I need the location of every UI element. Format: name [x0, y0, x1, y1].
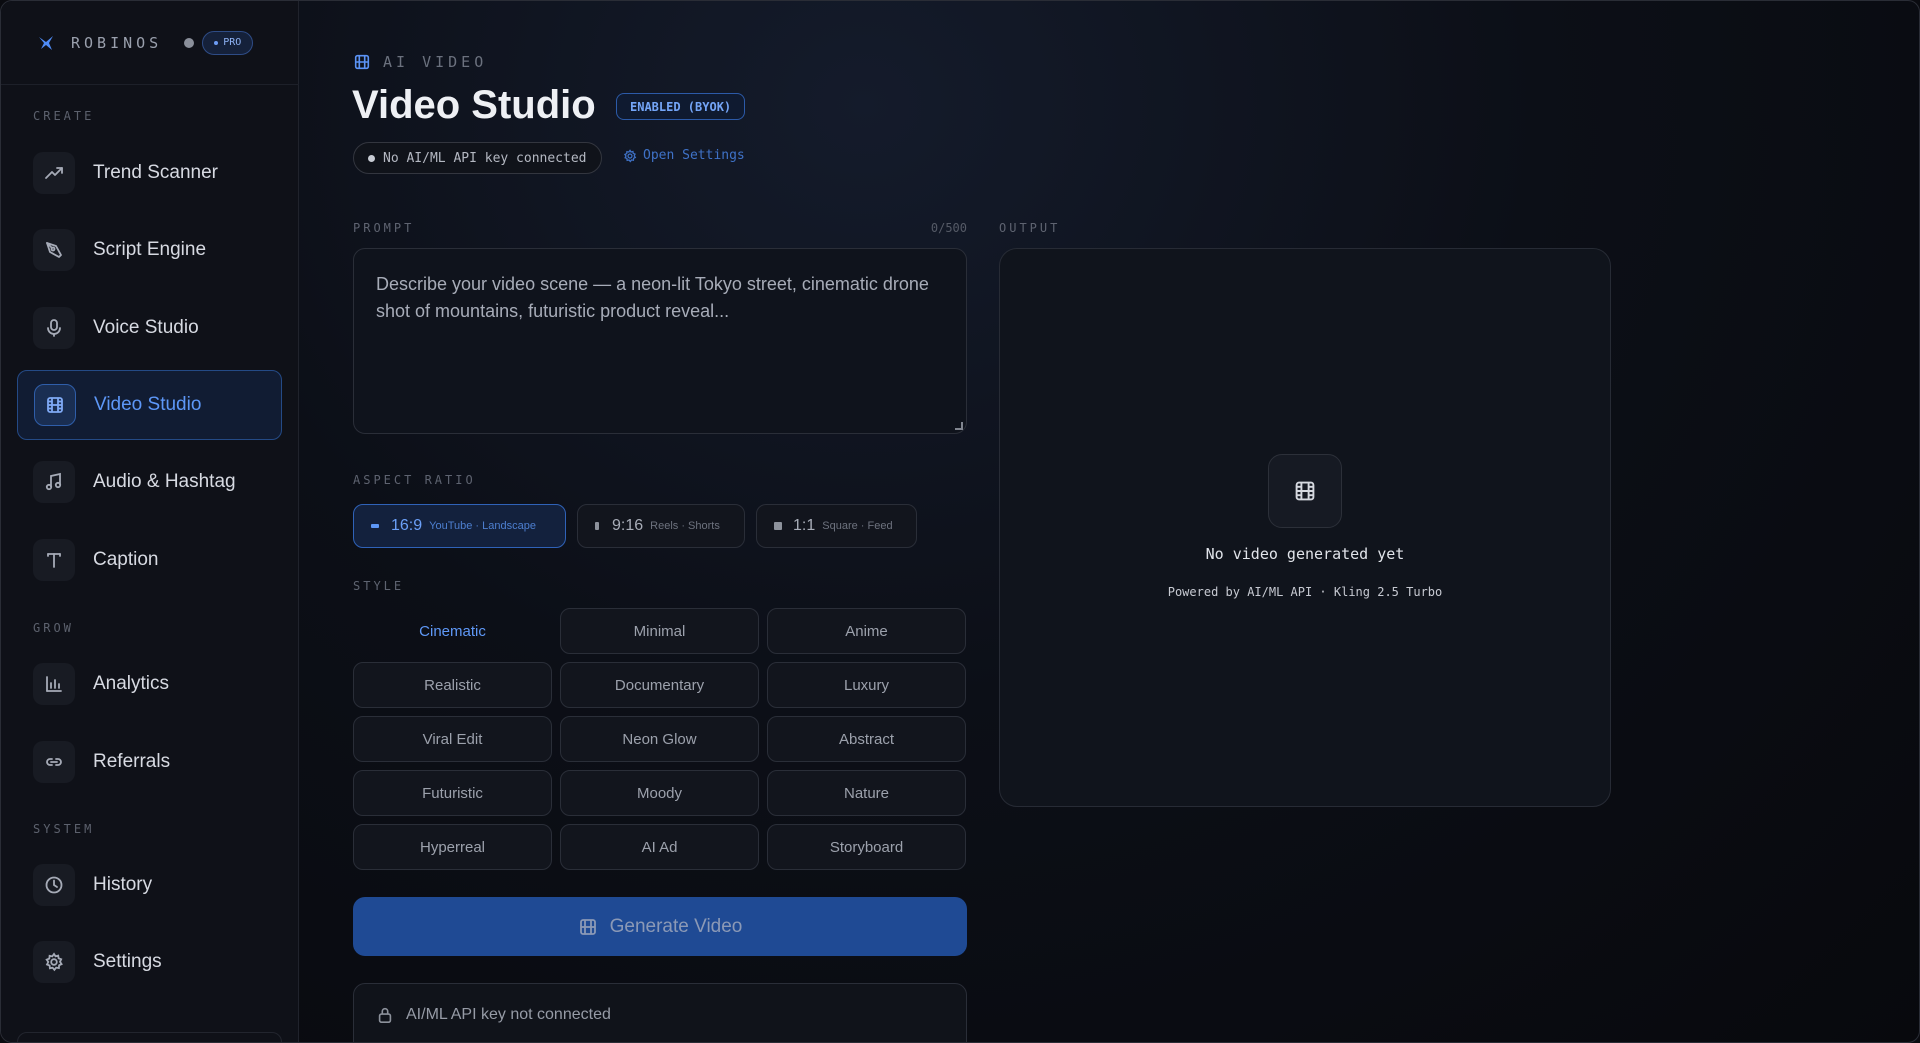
output-empty-title: No video generated yet [1205, 545, 1405, 563]
eyebrow-label: AI VIDEO [383, 53, 488, 71]
style-option-documentary[interactable]: Documentary [560, 662, 759, 708]
sidebar-footer-card[interactable] [17, 1032, 282, 1042]
style-option-ai-ad[interactable]: AI Ad [560, 824, 759, 870]
style-option-nature[interactable]: Nature [767, 770, 966, 816]
style-option-viral-edit[interactable]: Viral Edit [353, 716, 552, 762]
prompt-textarea[interactable]: Describe your video scene — a neon-lit T… [353, 248, 967, 434]
sidebar-item-trend-scanner[interactable]: Trend Scanner [17, 138, 282, 208]
section-label-system: SYSTEM [33, 822, 95, 836]
output-label: OUTPUT [999, 221, 1061, 235]
api-status-pill: No AI/ML API key connected [353, 142, 602, 174]
aspect-ratio-9-16[interactable]: 9:16 Reels · Shorts [577, 504, 745, 548]
square-icon [774, 522, 782, 530]
api-status-text: No AI/ML API key connected [383, 150, 587, 166]
sidebar: ROBINOS PRO CREATE Trend Scanner Script … [1, 1, 299, 1042]
prompt-label: PROMPT [353, 221, 415, 235]
style-option-hyperreal[interactable]: Hyperreal [353, 824, 552, 870]
app-window: ROBINOS PRO CREATE Trend Scanner Script … [0, 0, 1920, 1043]
film-icon [353, 53, 371, 71]
portrait-icon [595, 522, 599, 530]
style-option-futuristic[interactable]: Futuristic [353, 770, 552, 816]
sidebar-item-label: Analytics [93, 673, 170, 694]
style-option-minimal[interactable]: Minimal [560, 608, 759, 654]
style-option-realistic[interactable]: Realistic [353, 662, 552, 708]
api-key-notice: AI/ML API key not connected [353, 983, 967, 1042]
sidebar-item-settings[interactable]: Settings [17, 927, 282, 997]
output-panel: No video generated yet Powered by AI/ML … [999, 248, 1611, 807]
sidebar-item-video-studio[interactable]: Video Studio [17, 370, 282, 440]
sidebar-item-label: History [93, 874, 153, 895]
page-eyebrow: AI VIDEO [353, 53, 487, 71]
film-icon [578, 917, 598, 937]
ratio-value: 16:9 [391, 517, 423, 534]
style-option-storyboard[interactable]: Storyboard [767, 824, 966, 870]
pen-icon [33, 229, 75, 271]
aspect-ratio-1-1[interactable]: 1:1 Square · Feed [756, 504, 917, 548]
sidebar-item-label: Video Studio [94, 394, 202, 415]
sidebar-item-script-engine[interactable]: Script Engine [17, 215, 282, 285]
char-count: 0/500 [930, 221, 967, 235]
style-option-moody[interactable]: Moody [560, 770, 759, 816]
ratio-desc: Square · Feed [822, 520, 893, 532]
gear-icon [33, 941, 75, 983]
section-label-grow: GROW [33, 621, 74, 635]
ratio-desc: YouTube · Landscape [429, 520, 536, 532]
sidebar-item-label: Referrals [93, 751, 171, 772]
sidebar-item-label: Audio & Hashtag [93, 471, 236, 492]
generate-label: Generate Video [609, 915, 743, 937]
notice-text: AI/ML API key not connected [406, 1006, 611, 1023]
style-option-cinematic[interactable]: Cinematic [353, 608, 552, 654]
status-dot [368, 154, 375, 162]
open-settings-label: Open Settings [643, 148, 745, 163]
music-icon [33, 461, 75, 503]
lock-icon [376, 1006, 394, 1024]
sidebar-item-label: Script Engine [93, 239, 207, 260]
sidebar-item-caption[interactable]: Caption [17, 525, 282, 595]
film-icon [1268, 454, 1342, 528]
status-badge: ENABLED (BYOK) [616, 93, 746, 120]
text-icon [33, 539, 75, 581]
bar-chart-icon [33, 663, 75, 705]
brand-name: ROBINOS [71, 33, 163, 52]
sidebar-item-label: Settings [93, 951, 162, 972]
sidebar-item-audio-hashtag[interactable]: Audio & Hashtag [17, 447, 282, 517]
sidebar-item-voice-studio[interactable]: Voice Studio [17, 293, 282, 363]
style-label: STYLE [353, 579, 405, 593]
output-powered-by: Powered by AI/ML API · Kling 2.5 Turbo [1167, 585, 1443, 599]
ratio-value: 1:1 [793, 517, 816, 534]
style-option-neon-glow[interactable]: Neon Glow [560, 716, 759, 762]
ratio-value: 9:16 [612, 517, 644, 534]
style-option-luxury[interactable]: Luxury [767, 662, 966, 708]
sidebar-item-referrals[interactable]: Referrals [17, 727, 282, 797]
landscape-icon [371, 524, 379, 528]
mic-icon [33, 307, 75, 349]
gear-icon [623, 148, 637, 163]
trend-icon [33, 152, 75, 194]
generate-video-button[interactable]: Generate Video [353, 897, 967, 956]
sidebar-item-analytics[interactable]: Analytics [17, 649, 282, 719]
plan-badge: PRO [202, 30, 254, 55]
style-option-abstract[interactable]: Abstract [767, 716, 966, 762]
sidebar-item-history[interactable]: History [17, 850, 282, 920]
page-title: Video Studio [352, 83, 596, 127]
sidebar-item-label: Caption [93, 549, 159, 570]
aspect-ratio-16-9[interactable]: 16:9 YouTube · Landscape [353, 504, 566, 548]
film-icon [34, 384, 76, 426]
style-option-anime[interactable]: Anime [767, 608, 966, 654]
clock-icon [33, 864, 75, 906]
aspect-ratio-label: ASPECT RATIO [353, 473, 476, 487]
section-label-create: CREATE [33, 109, 95, 123]
resize-handle-icon[interactable] [955, 422, 963, 430]
status-dot [184, 37, 195, 48]
sidebar-item-label: Trend Scanner [93, 162, 218, 183]
brand-header: ROBINOS PRO [1, 1, 299, 85]
ratio-desc: Reels · Shorts [650, 520, 720, 532]
prompt-placeholder: Describe your video scene — a neon-lit T… [376, 274, 929, 321]
bird-logo-icon [37, 33, 57, 53]
open-settings-link[interactable]: Open Settings [623, 148, 745, 163]
sidebar-item-label: Voice Studio [93, 317, 199, 338]
link-icon [33, 741, 75, 783]
